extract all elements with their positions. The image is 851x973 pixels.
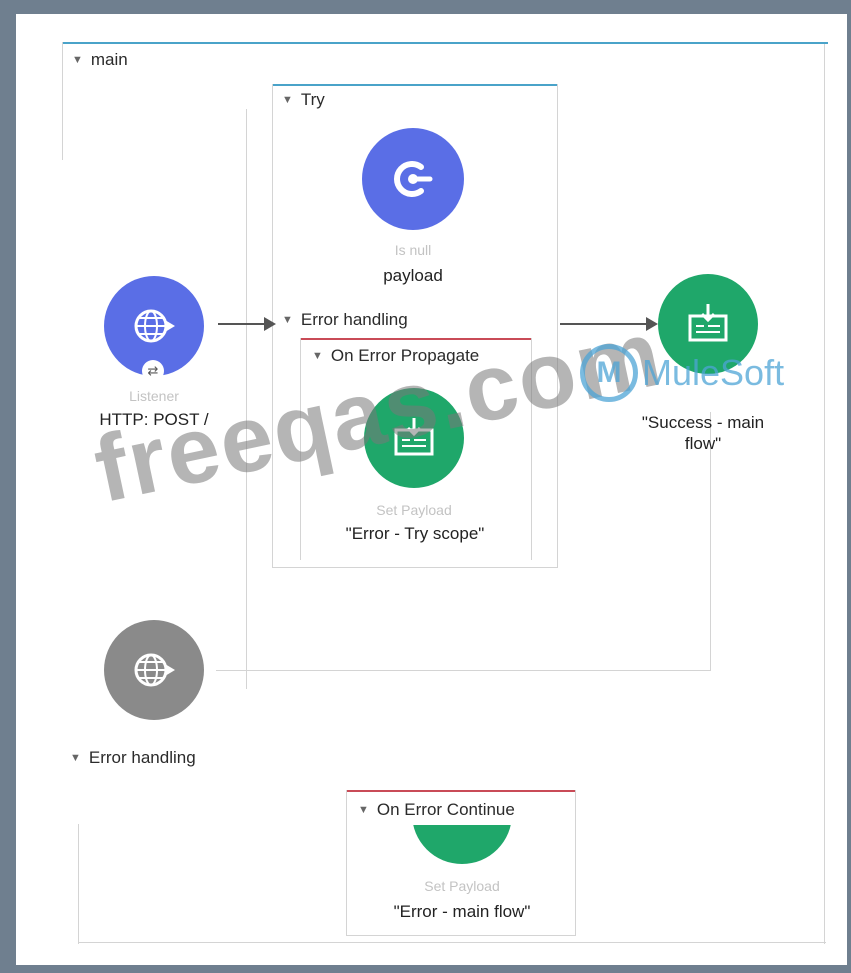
expand-triangle-icon[interactable]: ▼ [282, 314, 293, 326]
main-flow-top-border [62, 42, 828, 44]
on-error-continue-header[interactable]: ▼ On Error Continue [358, 800, 515, 820]
set-payload-main-text: "Error - main flow" [393, 902, 531, 921]
try-error-handling-title: Error handling [300, 310, 408, 329]
on-error-continue-top-border [346, 790, 576, 792]
is-null-text: payload [383, 266, 443, 285]
on-error-continue-title: On Error Continue [376, 800, 515, 819]
http-listener-icon [134, 309, 175, 343]
mulesoft-logo-icon: M [580, 344, 638, 402]
expand-triangle-icon[interactable]: ▼ [358, 804, 369, 816]
expand-triangle-icon[interactable]: ▼ [70, 752, 81, 764]
set-payload-success-text: "Success - main flow" [641, 413, 765, 453]
main-error-handling-header[interactable]: ▼ Error handling [70, 748, 196, 768]
http-listener-response-component[interactable] [104, 620, 204, 720]
main-flow-header[interactable]: ▼ main [72, 50, 128, 70]
try-scope-title: Try [300, 90, 325, 109]
arrow-listener-to-try [218, 323, 268, 325]
try-error-handling-header[interactable]: ▼ Error handling [282, 310, 408, 330]
http-listener-response-icon [134, 653, 175, 687]
expand-triangle-icon[interactable]: ▼ [72, 54, 83, 66]
try-scope-top-border [272, 84, 558, 86]
set-payload-main-type-label: Set Payload [424, 878, 500, 894]
set-payload-icon [688, 304, 728, 342]
set-payload-try-type-label: Set Payload [376, 502, 452, 518]
is-null-component[interactable] [362, 128, 464, 230]
is-null-icon [394, 161, 433, 197]
main-error-handling-title: Error handling [88, 748, 196, 767]
arrow-listener-to-try-head [264, 317, 276, 331]
main-flow-title: main [90, 50, 128, 69]
flow-canvas: ▼ main ▼ Try Is null payload ▼ Error handli… [16, 14, 847, 965]
try-scope-header[interactable]: ▼ Try [282, 90, 325, 110]
expand-triangle-icon[interactable]: ▼ [312, 350, 323, 362]
expand-triangle-icon[interactable]: ▼ [282, 94, 293, 106]
mulesoft-watermark: M MuleSoft [580, 344, 784, 402]
is-null-type-label: Is null [394, 242, 432, 258]
mulesoft-wordmark: MuleSoft [642, 352, 785, 393]
set-payload-try-text: "Error - Try scope" [345, 524, 485, 543]
listener-response-badge: ⇄ [142, 360, 164, 382]
